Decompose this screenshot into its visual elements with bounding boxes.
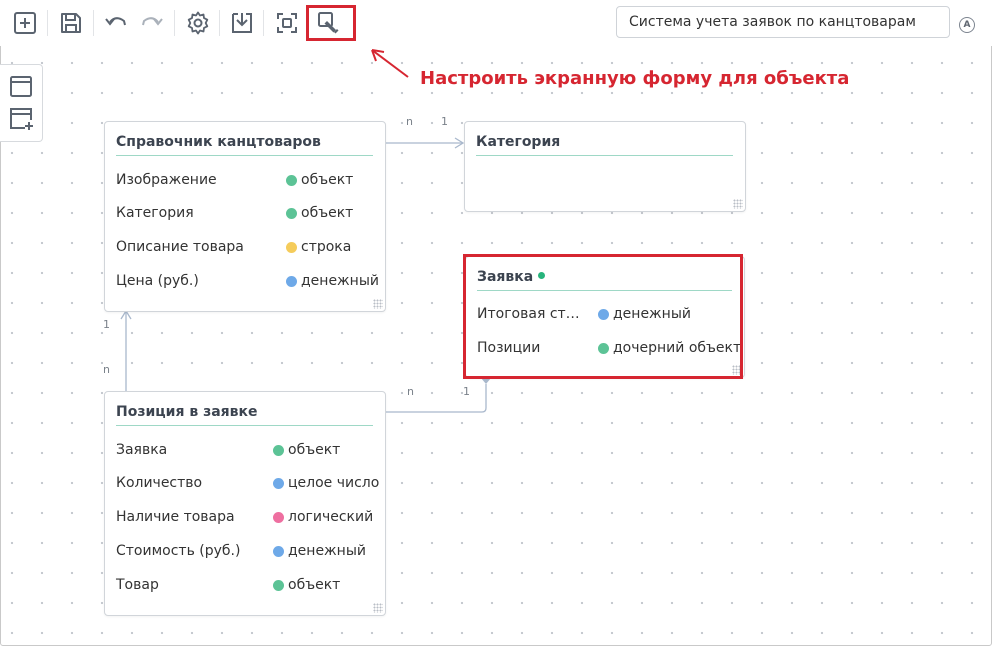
system-name-field[interactable]: Система учета заявок по канцтоварам: [616, 6, 950, 38]
entity-card-category[interactable]: Категория: [464, 121, 746, 212]
type-text: строка: [301, 239, 352, 255]
annotation-text: Настроить экранную форму для объекта: [420, 68, 850, 89]
divider: [93, 10, 94, 36]
field-type: объект: [273, 442, 340, 458]
undo-button[interactable]: [100, 7, 132, 39]
type-text: объект: [288, 577, 341, 593]
type-dot: [286, 207, 297, 219]
type-dot: [273, 444, 284, 456]
divider: [219, 10, 220, 36]
card-title: Справочник канцтоваров: [116, 134, 321, 150]
resize-handle[interactable]: [373, 299, 383, 309]
mult-label: 1: [441, 115, 448, 128]
type-dot: [286, 241, 297, 253]
save-button[interactable]: [55, 7, 87, 39]
type-dot: [273, 477, 284, 489]
mult-label: n: [407, 385, 414, 398]
entity-card-position[interactable]: Позиция в заявке Заявка объект Количеств…: [104, 391, 386, 616]
account-icon[interactable]: A: [959, 17, 975, 33]
field-label: Цена (руб.): [116, 273, 199, 289]
resize-handle[interactable]: [733, 199, 743, 209]
side-panel: [0, 64, 43, 142]
field-type: целое число: [273, 475, 379, 491]
field-label: Изображение: [116, 172, 217, 188]
type-text: денежный: [288, 543, 366, 559]
field-type: строка: [286, 239, 351, 255]
window-icon: [10, 76, 32, 97]
type-text: объект: [301, 205, 354, 221]
field-type: объект: [286, 172, 353, 188]
redo-icon: [142, 17, 163, 26]
divider: [174, 10, 175, 36]
type-dot: [273, 511, 284, 523]
floppy-disk-icon: [61, 13, 81, 33]
card-divider: [116, 155, 373, 156]
card-divider: [116, 425, 373, 426]
window-button[interactable]: [9, 74, 35, 100]
field-label: Описание товара: [116, 239, 244, 255]
divider: [263, 10, 264, 36]
type-dot: [273, 545, 284, 557]
form-designer-highlight: [306, 5, 356, 41]
add-button[interactable]: [9, 7, 41, 39]
relation-position-order: [385, 384, 487, 413]
type-text: денежный: [301, 273, 379, 289]
scan-button[interactable]: [271, 7, 303, 39]
type-text: объект: [301, 172, 354, 188]
field-type: объект: [273, 577, 340, 593]
scan-icon: [277, 13, 297, 33]
mult-label: n: [406, 115, 413, 128]
field-label: Наличие товара: [116, 509, 235, 525]
settings-button[interactable]: [182, 7, 214, 39]
add-window-icon: [10, 108, 33, 130]
system-name-text: Система учета заявок по канцтоварам: [629, 14, 916, 30]
type-text: объект: [288, 442, 341, 458]
field-type: денежный: [273, 543, 366, 559]
type-text: логический: [288, 509, 374, 525]
gear-icon: [187, 11, 209, 35]
field-type: объект: [286, 205, 353, 221]
download-button[interactable]: [226, 7, 258, 39]
mult-label: 1: [103, 318, 110, 331]
field-label: Заявка: [116, 442, 168, 458]
resize-handle[interactable]: [373, 603, 383, 613]
type-text: целое число: [288, 475, 380, 491]
mult-label: n: [103, 363, 110, 376]
add-square-icon: [14, 12, 36, 34]
download-icon: [232, 13, 252, 33]
card-title: Позиция в заявке: [116, 404, 258, 420]
mult-label: 1: [463, 385, 470, 398]
field-label: Стоимость (руб.): [116, 543, 241, 559]
field-label: Категория: [116, 205, 194, 221]
order-card-highlight: [463, 254, 743, 379]
add-window-button[interactable]: [9, 106, 35, 132]
field-label: Товар: [116, 577, 159, 593]
redo-button[interactable]: [136, 7, 168, 39]
field-type: логический: [273, 509, 373, 525]
type-dot: [286, 275, 297, 287]
toolbar: Система учета заявок по канцтоварам A: [0, 0, 992, 46]
card-divider: [476, 155, 733, 156]
entity-card-directory[interactable]: Справочник канцтоваров Изображение объек…: [104, 121, 386, 312]
undo-icon: [105, 17, 126, 26]
divider: [47, 10, 48, 36]
type-dot: [286, 174, 297, 186]
field-label: Количество: [116, 475, 203, 491]
type-dot: [273, 579, 284, 591]
card-title: Категория: [476, 134, 561, 150]
field-type: денежный: [286, 273, 379, 289]
